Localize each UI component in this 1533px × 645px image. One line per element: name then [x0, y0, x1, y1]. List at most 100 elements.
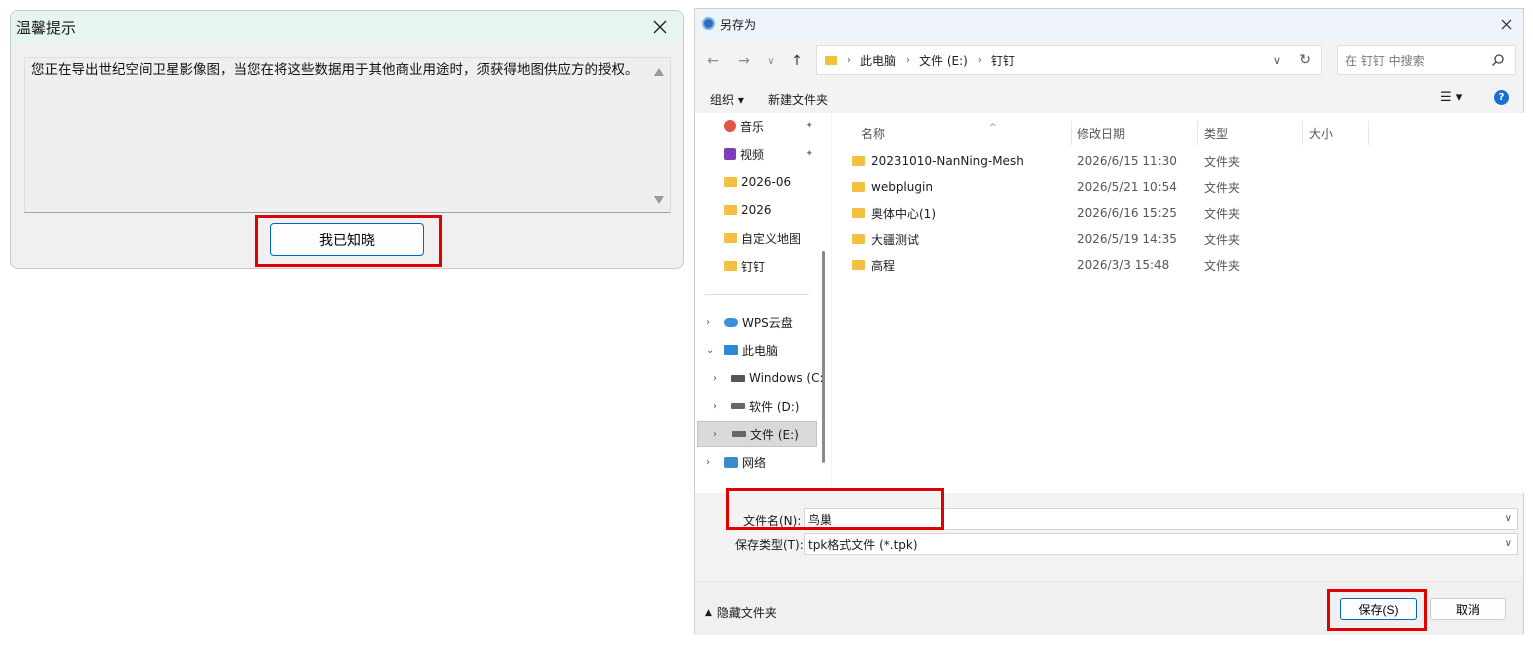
refresh-icon[interactable]: ↻: [1299, 52, 1311, 68]
column-header-type[interactable]: 类型: [1204, 121, 1228, 145]
column-divider[interactable]: [1071, 121, 1072, 145]
search-icon: [1492, 54, 1504, 66]
folder-icon: [724, 177, 737, 187]
breadcrumb-drive-e[interactable]: 文件 (E:): [919, 52, 968, 69]
close-icon[interactable]: [1497, 15, 1515, 33]
column-header-date[interactable]: 修改日期: [1077, 121, 1125, 145]
column-header-size[interactable]: 大小: [1309, 121, 1333, 145]
notice-message: 您正在导出世纪空间卫星影像图，当您在将这些数据用于其他商业用途时，须获得地图供应…: [31, 62, 639, 78]
save-as-dialog: 另存为 ← → ∨ ↑ › 此电脑 › 文件 (E:) › 钉钉 ∨ ↻ 在 钉…: [694, 8, 1524, 635]
chevron-right-icon: ›: [847, 54, 851, 66]
nav-item-folder[interactable]: 2026: [724, 197, 772, 223]
folder-icon: [852, 156, 865, 166]
app-logo-icon: [702, 17, 715, 30]
file-row[interactable]: webplugin 2026/5/21 10:54 文件夹: [852, 175, 1452, 199]
filename-field[interactable]: 鸟巢 ∨: [804, 508, 1518, 530]
folder-icon: [852, 208, 865, 218]
cloud-icon: [724, 317, 738, 327]
breadcrumb-this-pc[interactable]: 此电脑: [860, 52, 896, 69]
breadcrumb-dingtalk[interactable]: 钉钉: [991, 52, 1015, 69]
chevron-right-icon: ›: [977, 54, 982, 66]
nav-item-video[interactable]: 视频 ✦: [724, 141, 819, 167]
chevron-right-icon[interactable]: ›: [713, 401, 717, 412]
help-icon[interactable]: ?: [1494, 90, 1509, 105]
chevron-right-icon[interactable]: ›: [713, 373, 717, 384]
chevron-right-icon[interactable]: ›: [706, 457, 710, 468]
chevron-right-icon: ›: [906, 54, 911, 66]
sort-caret-icon: ^: [989, 123, 997, 133]
music-icon: [724, 120, 736, 132]
file-list: 名称 ^ 修改日期 类型 大小 20231010-NanNing-Mesh 20…: [832, 113, 1524, 493]
nav-item-folder[interactable]: 自定义地图: [724, 225, 801, 251]
acknowledge-button[interactable]: 我已知晓: [270, 223, 424, 256]
column-divider[interactable]: [1302, 121, 1303, 145]
notice-title: 温馨提示: [11, 11, 683, 43]
chevron-right-icon[interactable]: ›: [713, 429, 717, 440]
chevron-down-icon[interactable]: ⌄: [706, 345, 714, 356]
pin-icon: ✦: [805, 149, 813, 159]
folder-icon: [825, 55, 837, 65]
save-as-title: 另存为: [720, 17, 757, 32]
file-row[interactable]: 高程 2026/3/3 15:48 文件夹: [852, 253, 1452, 277]
chevron-down-icon[interactable]: ∨: [1505, 538, 1512, 549]
new-folder-button[interactable]: 新建文件夹: [768, 91, 828, 108]
nav-item-folder[interactable]: 钉钉: [724, 253, 765, 279]
column-divider[interactable]: [1368, 121, 1369, 145]
nav-item-folder[interactable]: 2026-06: [724, 169, 791, 195]
pin-icon: ✦: [805, 121, 813, 131]
folder-icon: [852, 234, 865, 244]
dialog-footer: ▲ 隐藏文件夹 保存(S) 取消: [695, 581, 1523, 635]
scroll-up-icon[interactable]: [654, 68, 664, 76]
nav-item-drive-d[interactable]: › 软件 (D:): [713, 393, 799, 419]
file-row[interactable]: 20231010-NanNing-Mesh 2026/6/15 11:30 文件…: [852, 149, 1452, 173]
organize-menu[interactable]: 组织 ▾: [710, 91, 744, 108]
search-input[interactable]: 在 钉钉 中搜索: [1337, 45, 1516, 75]
folder-icon: [724, 205, 737, 215]
filetype-label: 保存类型(T):: [735, 538, 804, 552]
navigation-pane: 音乐 ✦ 视频 ✦ 2026-06 2026 自定义地图 钉钉 › WPS云盘: [695, 113, 831, 493]
nav-item-wps-cloud[interactable]: › WPS云盘: [706, 309, 793, 335]
notice-text-area: 您正在导出世纪空间卫星影像图，当您在将这些数据用于其他商业用途时，须获得地图供应…: [24, 57, 671, 213]
notice-dialog: 温馨提示 您正在导出世纪空间卫星影像图，当您在将这些数据用于其他商业用途时，须获…: [10, 10, 684, 269]
chevron-up-icon: ▲: [705, 607, 712, 618]
file-row[interactable]: 大疆测试 2026/5/19 14:35 文件夹: [852, 227, 1452, 251]
nav-item-drive-c[interactable]: › Windows (C:: [713, 365, 823, 391]
hide-folders-toggle[interactable]: ▲ 隐藏文件夹: [705, 604, 777, 621]
nav-item-music[interactable]: 音乐 ✦: [724, 113, 819, 139]
nav-item-drive-e[interactable]: › 文件 (E:): [697, 421, 817, 447]
notice-scrollbar[interactable]: [648, 58, 670, 212]
navigation-bar: ← → ∨ ↑ › 此电脑 › 文件 (E:) › 钉钉 ∨ ↻ 在 钉钉 中搜…: [695, 45, 1523, 77]
drive-icon: [731, 374, 745, 382]
computer-icon: [724, 345, 738, 355]
view-options-icon[interactable]: ☰ ▾: [1440, 90, 1462, 105]
folder-icon: [852, 260, 865, 270]
column-divider[interactable]: [1197, 121, 1198, 145]
drive-icon: [731, 403, 745, 409]
search-placeholder: 在 钉钉 中搜索: [1345, 53, 1425, 68]
save-button[interactable]: 保存(S): [1340, 598, 1417, 620]
filename-label: 文件名(N):: [743, 514, 802, 528]
back-arrow-icon[interactable]: ←: [704, 52, 722, 70]
nav-item-network[interactable]: › 网络: [706, 449, 766, 475]
nav-scrollbar[interactable]: [822, 251, 825, 463]
divider: [705, 294, 809, 295]
up-arrow-icon[interactable]: ↑: [788, 52, 806, 70]
filetype-select[interactable]: tpk格式文件 (*.tpk) ∨: [804, 533, 1518, 555]
address-bar[interactable]: › 此电脑 › 文件 (E:) › 钉钉 ∨ ↻: [816, 45, 1322, 75]
cancel-button[interactable]: 取消: [1430, 598, 1506, 620]
nav-item-this-pc[interactable]: ⌄ 此电脑: [706, 337, 778, 363]
chevron-down-icon[interactable]: ∨: [1505, 513, 1512, 524]
chevron-right-icon[interactable]: ›: [706, 317, 710, 328]
chevron-down-icon[interactable]: ∨: [1273, 54, 1281, 67]
network-icon: [724, 456, 738, 468]
command-bar: 组织 ▾ 新建文件夹 ☰ ▾ ?: [695, 86, 1523, 110]
recent-chevron-icon[interactable]: ∨: [762, 52, 780, 70]
folder-icon: [852, 182, 865, 192]
column-header-name[interactable]: 名称 ^: [861, 121, 1071, 145]
forward-arrow-icon[interactable]: →: [735, 52, 753, 70]
folder-icon: [724, 261, 737, 271]
scroll-down-icon[interactable]: [654, 196, 664, 204]
file-row[interactable]: 奥体中心(1) 2026/6/16 15:25 文件夹: [852, 201, 1452, 225]
close-icon[interactable]: [649, 16, 671, 38]
save-as-titlebar: 另存为: [695, 9, 1523, 39]
